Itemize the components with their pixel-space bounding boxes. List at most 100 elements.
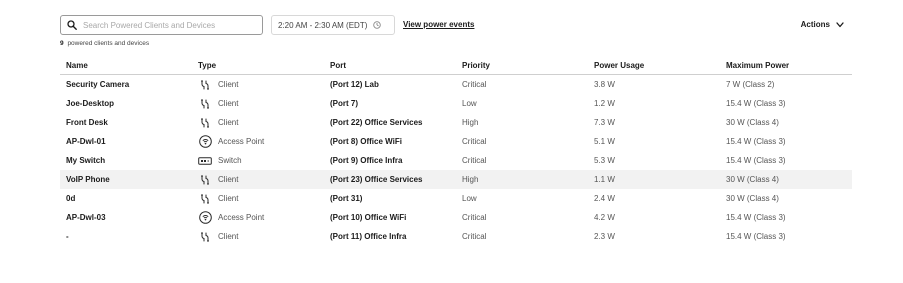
cell-power-usage: 1.1 W [588,170,720,189]
time-range-picker[interactable]: 2:20 AM - 2:30 AM (EDT) [271,15,395,35]
cell-type: Access Point [192,208,324,227]
result-count-number: 9 [60,40,64,47]
cell-port: (Port 8) Office WiFi [330,137,402,146]
cell-type: Client [192,75,324,95]
cell-power-usage: 5.1 W [594,137,615,146]
table-row[interactable]: - Client (Port 11) Office Infra Critical 2.3… [60,227,852,246]
cell-port: (Port 9) Office Infra [330,156,403,165]
cell-maximum-power: 7 W (Class 2) [726,80,775,89]
cell-power-usage: 4.2 W [594,213,615,222]
cell-name: AP-Dwl-01 [66,137,106,146]
cell-name: 0d [66,194,76,203]
power-clients-page: 2:20 AM - 2:30 AM (EDT) View power event… [0,0,903,283]
table-row[interactable]: 0d Client (Port 31) Low 2.4 W 30 W (Class 4) [60,189,852,208]
table-row[interactable]: Joe-Desktop Client (Port 7) Low 1.2 W 15.4 W … [60,94,852,113]
cell-priority: High [456,170,588,189]
column-header-port[interactable]: Port [324,57,456,75]
top-partial-content [560,0,860,2]
table-row[interactable]: Front Desk Client (Port 22) Office Service… [60,113,852,132]
cell-priority: Critical [462,80,487,89]
cell-type: Client [192,227,324,246]
table-row[interactable]: AP-Dwl-03 Access Point (Port 10) Office Wi… [60,208,852,227]
cell-port: (Port 23) Office Services [324,170,456,189]
table-row[interactable]: My Switch Switch (Port 9) Office Infra Crit… [60,151,852,170]
client-icon [198,192,212,206]
table-row[interactable]: VoIP Phone Client (Port 23) Office Service… [60,170,852,189]
search-icon [67,20,77,30]
cell-type: Client [192,94,324,113]
actions-label: Actions [800,20,830,29]
search-input[interactable] [83,20,253,30]
cell-type: Client [192,113,324,132]
cell-name: Front Desk [66,118,108,127]
cell-maximum-power: 15.4 W (Class 3) [726,137,786,146]
client-icon [198,173,212,187]
cell-priority: Low [462,194,477,203]
column-header-priority[interactable]: Priority [456,57,588,75]
cell-type-label: Access Point [218,137,265,146]
cell-priority: Critical [462,232,487,241]
cell-type: Client [192,170,324,189]
search-field[interactable] [60,15,263,35]
access-point-icon [198,135,212,149]
cell-type: Client [192,189,324,208]
cell-type-label: Client [218,175,239,184]
cell-name: AP-Dwl-03 [66,213,106,222]
client-icon [198,116,212,130]
cell-type: Access Point [192,132,324,151]
cell-name: My Switch [66,156,106,165]
cell-power-usage: 2.4 W [594,194,615,203]
column-header-power-usage[interactable]: Power Usage [588,57,720,75]
cell-priority: Critical [462,137,487,146]
powered-clients-table: Name Type Port Priority Power Usage Maxi… [60,57,852,246]
cell-power-usage: 7.3 W [594,118,615,127]
cell-name: Joe-Desktop [66,99,115,108]
client-icon [198,230,212,244]
cell-name: - [66,232,69,241]
switch-icon [198,154,212,168]
cell-priority: Low [462,99,477,108]
cell-port: (Port 12) Lab [330,80,379,89]
cell-maximum-power: 30 W (Class 4) [726,194,779,203]
cell-maximum-power: 30 W (Class 4) [720,170,852,189]
cell-type-label: Client [218,232,239,241]
actions-menu-button[interactable]: Actions [801,20,844,29]
column-header-maximum-power[interactable]: Maximum Power [720,57,852,75]
cell-power-usage: 5.3 W [594,156,615,165]
clock-icon [373,21,382,29]
cell-maximum-power: 15.4 W (Class 3) [726,156,786,165]
cell-port: (Port 10) Office WiFi [330,213,407,222]
cell-port: (Port 11) Office Infra [330,232,407,241]
time-range-text: 2:20 AM - 2:30 AM (EDT) [278,20,368,30]
cell-type: Switch [192,151,324,170]
cell-priority: Critical [462,156,487,165]
column-header-type[interactable]: Type [192,57,324,75]
cell-port: (Port 22) Office Services [330,118,423,127]
cell-priority: Critical [462,213,487,222]
result-count: 9 powered clients and devices [60,40,149,47]
table-row[interactable]: Security Camera Client (Port 12) Lab Critic… [60,75,852,95]
cell-type-label: Client [218,99,239,108]
cell-maximum-power: 15.4 W (Class 3) [726,213,786,222]
cell-port: (Port 31) [330,194,363,203]
chevron-down-icon [836,21,844,27]
toolbar: 2:20 AM - 2:30 AM (EDT) View power event… [60,15,850,37]
cell-power-usage: 3.8 W [594,80,615,89]
cell-power-usage: 1.2 W [594,99,615,108]
column-header-name[interactable]: Name [60,57,192,75]
cell-name: VoIP Phone [60,170,192,189]
table-header-row: Name Type Port Priority Power Usage Maxi… [60,57,852,75]
cell-type-label: Switch [218,156,242,165]
table-row[interactable]: AP-Dwl-01 Access Point (Port 8) Office WiF… [60,132,852,151]
client-icon [198,97,212,111]
cell-name: Security Camera [66,80,130,89]
cell-maximum-power: 15.4 W (Class 3) [726,99,786,108]
client-icon [198,78,212,92]
cell-maximum-power: 15.4 W (Class 3) [726,232,786,241]
result-count-text: powered clients and devices [67,40,150,47]
view-power-events-link[interactable]: View power events [403,20,474,29]
cell-type-label: Client [218,194,239,203]
cell-type-label: Access Point [218,213,265,222]
cell-priority: High [462,118,479,127]
cell-port: (Port 7) [330,99,358,108]
